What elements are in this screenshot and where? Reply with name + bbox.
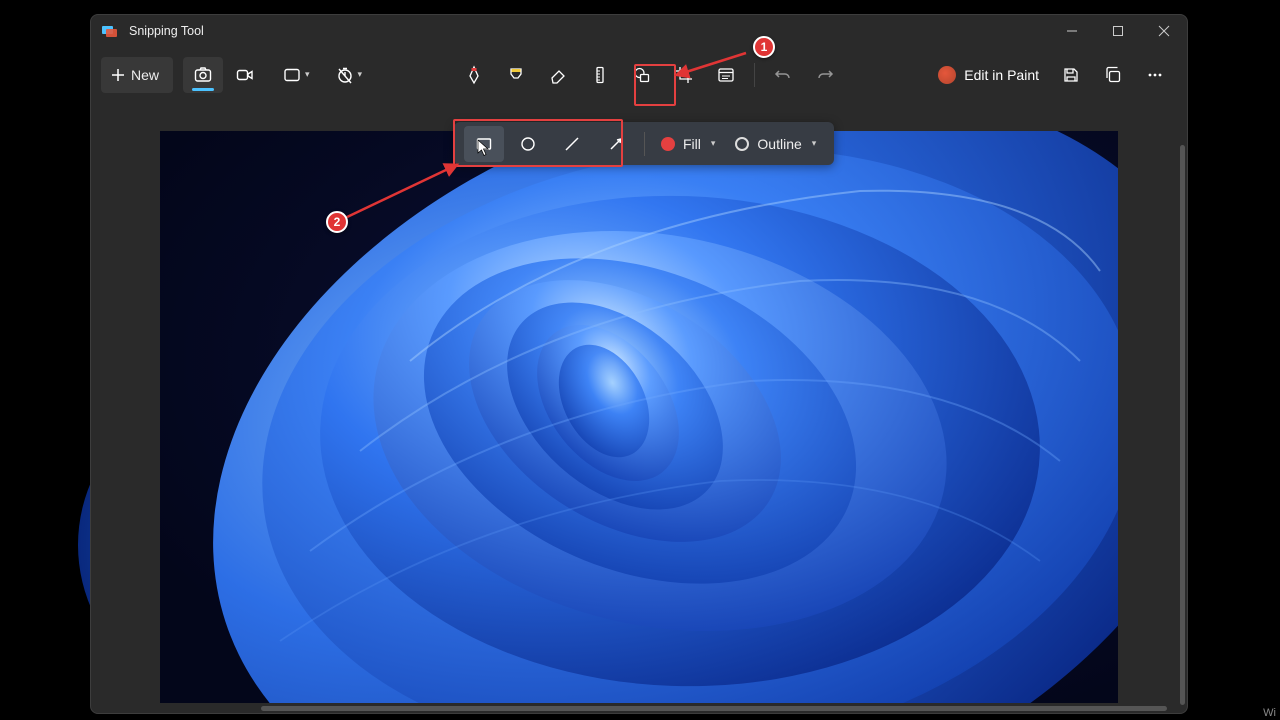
edit-in-paint-button[interactable]: Edit in Paint xyxy=(928,57,1049,93)
copy-button[interactable] xyxy=(1093,57,1133,93)
eraser-tool[interactable] xyxy=(538,57,578,93)
pen-icon xyxy=(465,66,483,84)
more-button[interactable] xyxy=(1135,57,1175,93)
vertical-scrollbar[interactable] xyxy=(1180,145,1185,705)
separator xyxy=(644,132,645,156)
horizontal-scrollbar[interactable] xyxy=(261,706,1167,711)
annotation-arrow-1 xyxy=(678,46,748,76)
app-title: Snipping Tool xyxy=(129,24,204,38)
fill-label: Fill xyxy=(683,136,701,152)
snip-shape-dropdown[interactable]: ▾ xyxy=(275,57,318,93)
close-button[interactable] xyxy=(1141,15,1187,47)
titlebar: Snipping Tool xyxy=(91,15,1187,47)
fill-color-swatch xyxy=(661,137,675,151)
edit-in-paint-label: Edit in Paint xyxy=(964,67,1039,83)
snip-mode-button[interactable] xyxy=(183,57,223,93)
screenshot-canvas[interactable] xyxy=(160,131,1118,703)
eraser-icon xyxy=(549,66,567,84)
maximize-button[interactable] xyxy=(1095,15,1141,47)
snipping-tool-window: Snipping Tool New ▾ xyxy=(90,14,1188,714)
ruler-tool[interactable] xyxy=(580,57,620,93)
outline-label: Outline xyxy=(757,136,801,152)
screenshot-image xyxy=(160,131,1118,703)
ruler-icon xyxy=(591,66,609,84)
chevron-down-icon: ▾ xyxy=(812,138,817,149)
minimize-button[interactable] xyxy=(1049,15,1095,47)
paint-icon xyxy=(938,66,956,84)
canvas-area xyxy=(91,102,1187,713)
plus-icon xyxy=(111,68,125,82)
annotation-badge-2: 2 xyxy=(326,211,348,233)
outline-swatch xyxy=(735,137,749,151)
outline-dropdown[interactable]: Outline ▾ xyxy=(727,126,824,162)
more-icon xyxy=(1146,66,1164,84)
annotation-arrow-2 xyxy=(340,163,460,223)
highlighter-icon xyxy=(507,66,525,84)
delay-dropdown[interactable]: ▾ xyxy=(328,57,371,93)
highlighter-tool[interactable] xyxy=(496,57,536,93)
app-icon xyxy=(101,23,117,39)
fill-dropdown[interactable]: Fill ▾ xyxy=(653,126,723,162)
no-delay-icon xyxy=(336,66,354,84)
ballpoint-pen-tool[interactable] xyxy=(454,57,494,93)
copy-icon xyxy=(1104,66,1122,84)
separator xyxy=(754,63,755,87)
redo-button[interactable] xyxy=(805,57,845,93)
redo-icon xyxy=(816,66,834,84)
rectangle-mode-icon xyxy=(283,66,301,84)
camera-icon xyxy=(194,66,212,84)
undo-icon xyxy=(774,66,792,84)
new-label: New xyxy=(131,67,159,83)
annotation-highlight-1 xyxy=(634,64,676,106)
annotation-badge-1: 1 xyxy=(753,36,775,58)
new-button[interactable]: New xyxy=(101,57,173,93)
undo-button[interactable] xyxy=(763,57,803,93)
cursor-icon xyxy=(477,139,491,157)
record-mode-button[interactable] xyxy=(225,57,265,93)
save-button[interactable] xyxy=(1051,57,1091,93)
chevron-down-icon: ▾ xyxy=(305,69,310,80)
watermark-text: Wi xyxy=(1263,707,1276,720)
chevron-down-icon: ▾ xyxy=(711,138,716,149)
save-icon xyxy=(1062,66,1080,84)
chevron-down-icon: ▾ xyxy=(358,69,363,80)
video-icon xyxy=(236,66,254,84)
